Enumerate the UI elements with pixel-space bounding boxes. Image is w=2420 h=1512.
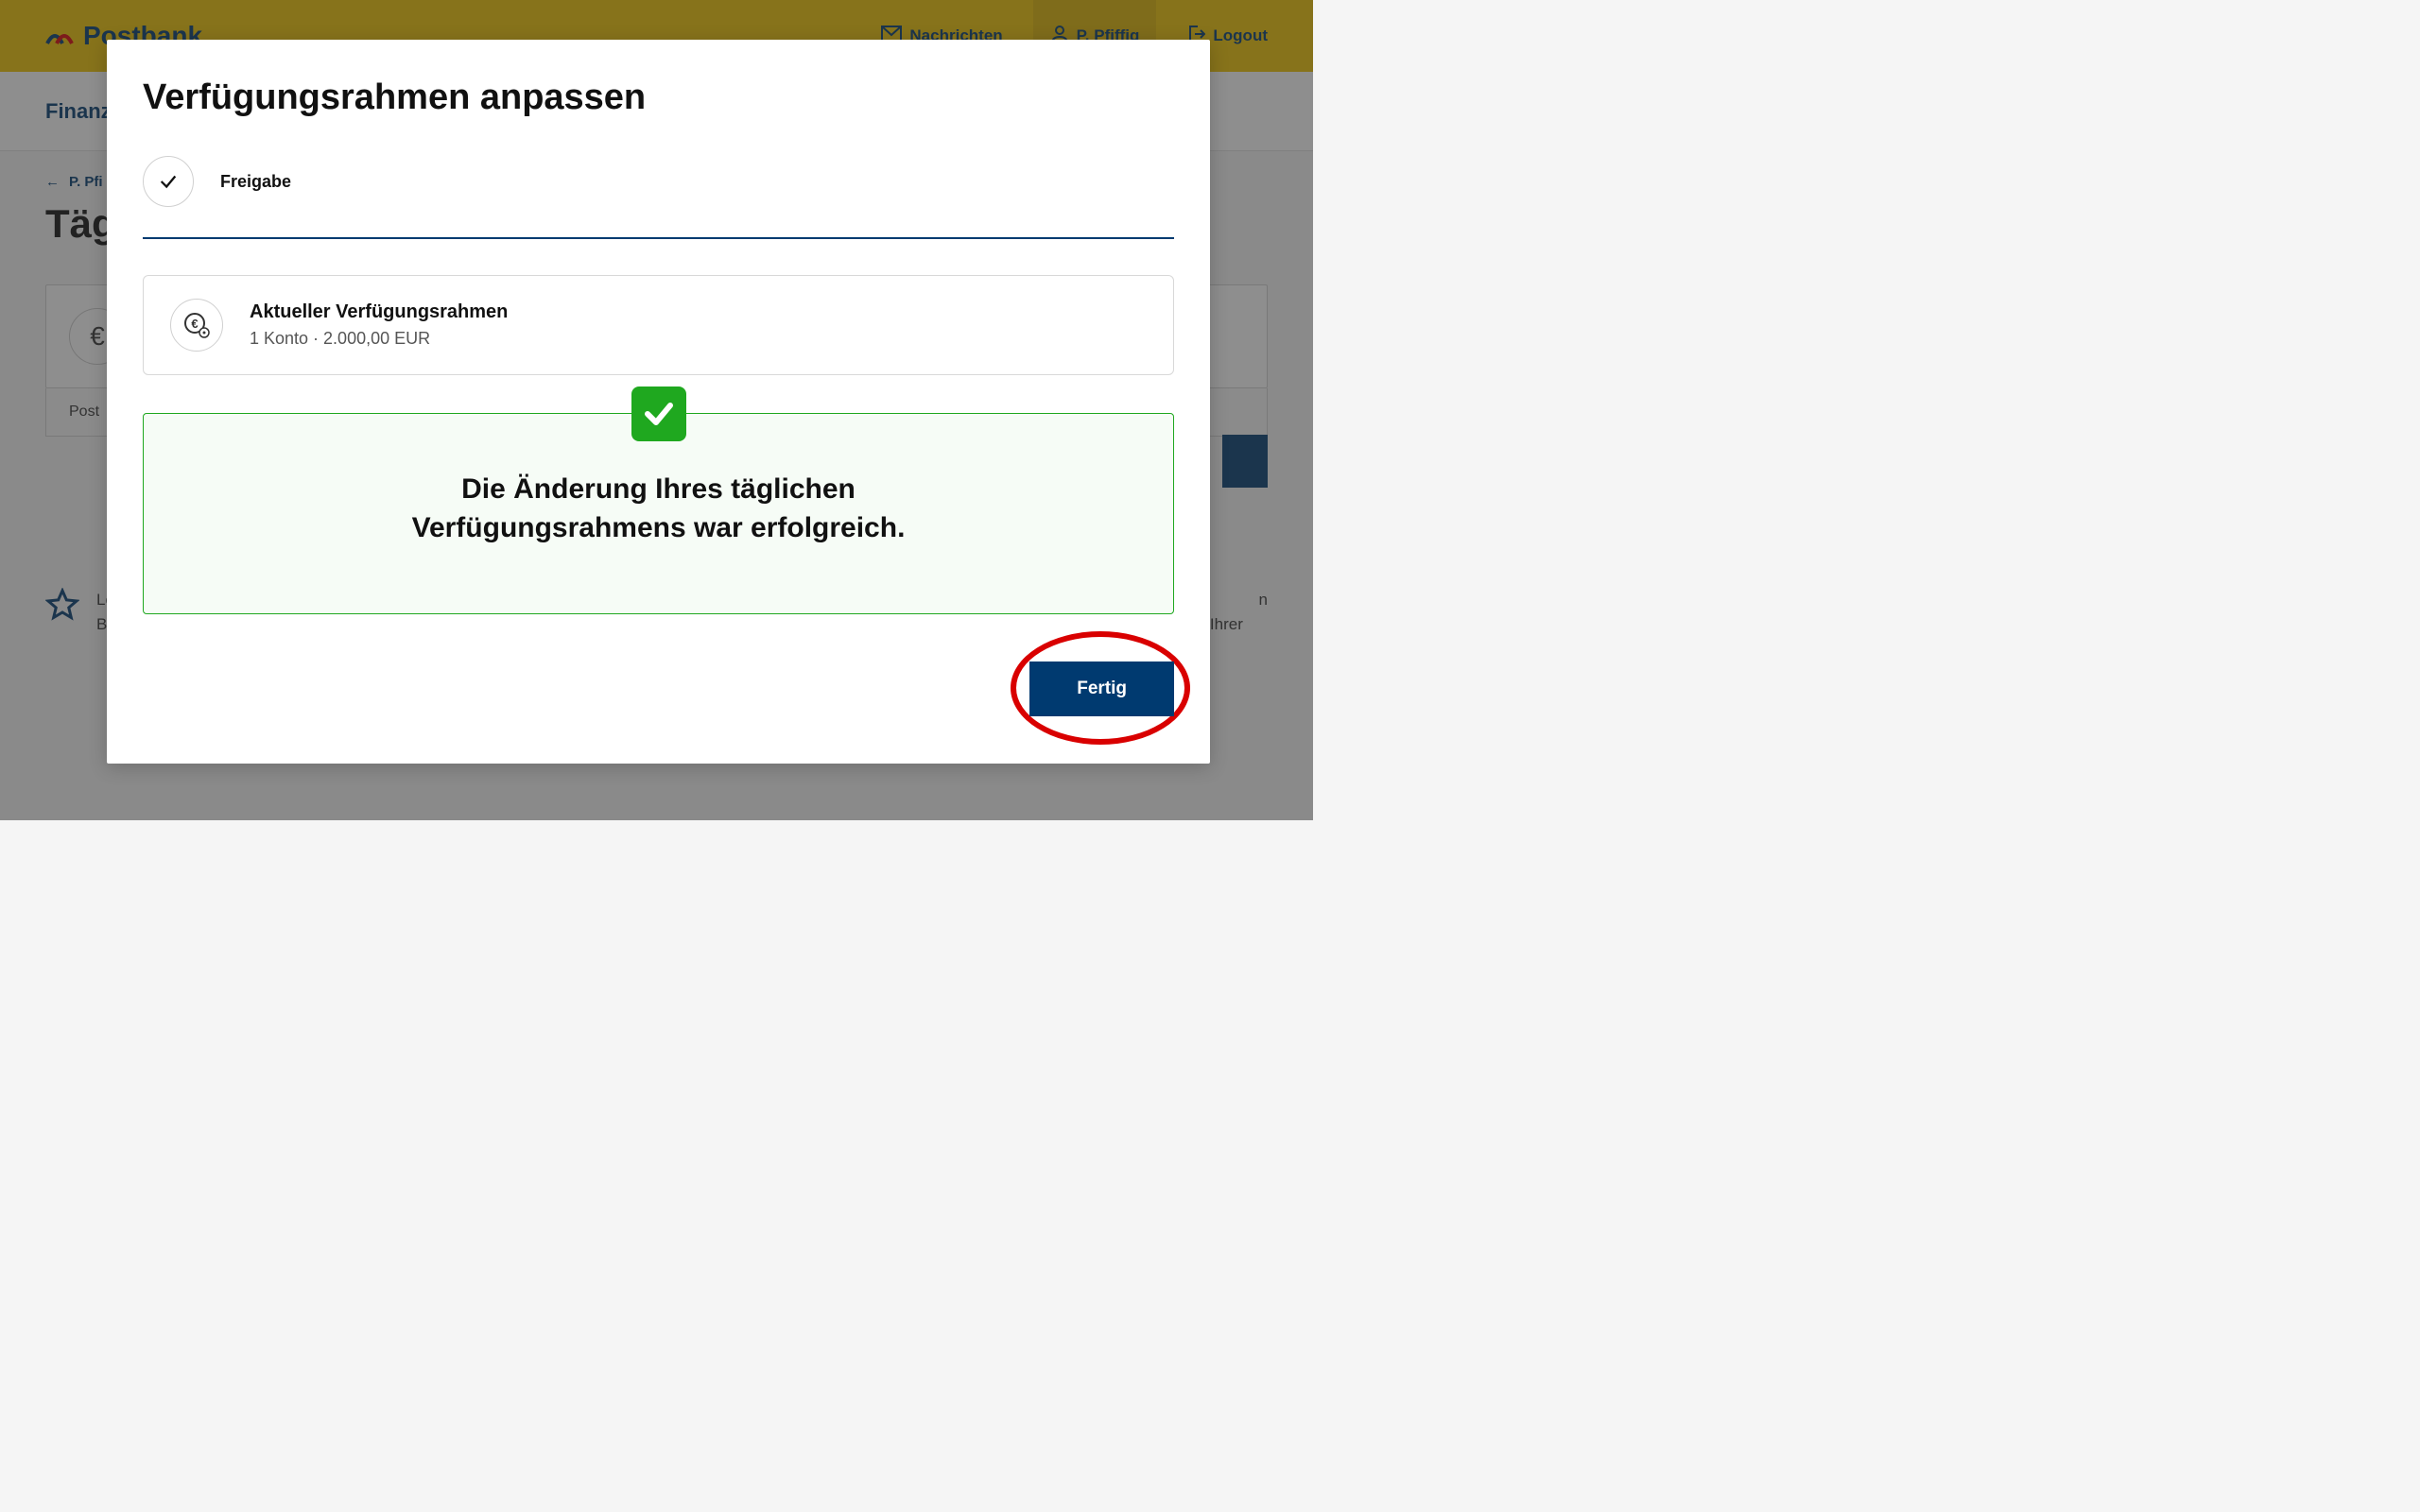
- step-indicator: Freigabe: [143, 156, 1174, 239]
- success-text: Die Änderung Ihres täglichen Verfügungsr…: [182, 471, 1135, 547]
- euro-limit-icon: €: [170, 299, 223, 352]
- modal-title: Verfügungsrahmen anpassen: [143, 77, 1174, 118]
- svg-text:€: €: [191, 317, 198, 331]
- current-limit-value: 1 Konto · 2.000,00 EUR: [250, 329, 508, 349]
- success-line-1: Die Änderung Ihres täglichen: [461, 473, 856, 505]
- step-label: Freigabe: [220, 172, 291, 192]
- success-message-box: Die Änderung Ihres täglichen Verfügungsr…: [143, 413, 1174, 614]
- current-limit-title: Aktueller Verfügungsrahmen: [250, 301, 508, 323]
- success-line-2: Verfügungsrahmens war erfolgreich.: [412, 512, 906, 543]
- current-limit-card: € Aktueller Verfügungsrahmen 1 Konto · 2…: [143, 275, 1174, 375]
- success-check-icon: [631, 387, 686, 441]
- current-limit-text: Aktueller Verfügungsrahmen 1 Konto · 2.0…: [250, 301, 508, 349]
- modal-actions: Fertig: [143, 662, 1174, 716]
- done-button[interactable]: Fertig: [1029, 662, 1174, 716]
- adjust-limit-modal: Verfügungsrahmen anpassen Freigabe € Akt…: [107, 40, 1210, 764]
- step-check-icon: [143, 156, 194, 207]
